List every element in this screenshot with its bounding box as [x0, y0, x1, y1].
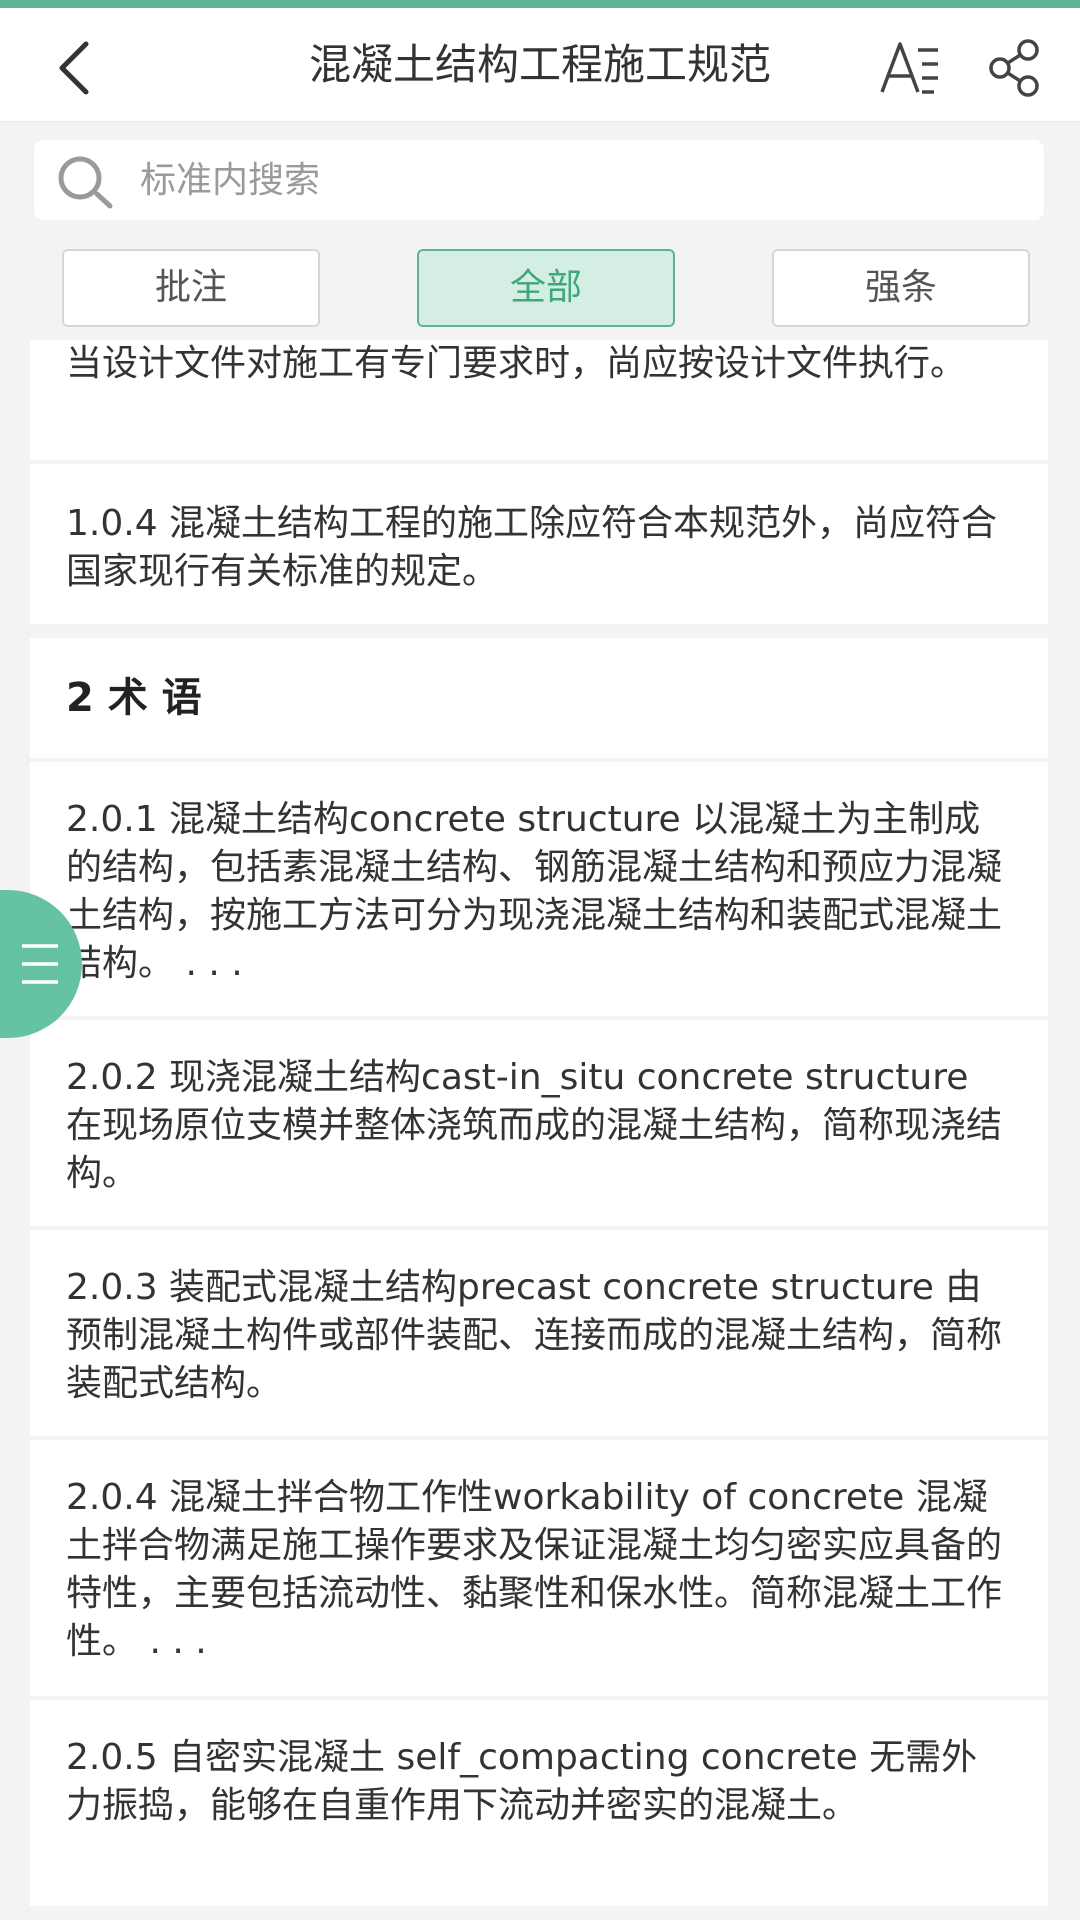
clause-text: 2.0.1 混凝土结构concrete structure 以混凝土为主制成的结…	[66, 799, 1003, 984]
font-size-icon	[880, 42, 938, 94]
list-item[interactable]: 1.0.4 混凝土结构工程的施工除应符合本规范外，尚应符合国家现行有关标准的规定…	[30, 464, 1048, 624]
clause-text: 2.0.4 混凝土拌合物工作性workability of concrete 混…	[66, 1477, 1003, 1662]
list-item[interactable]: 2.0.5 自密实混凝土 self_compacting concrete 无需…	[30, 1700, 1048, 1906]
list-item[interactable]: 2.0.1 混凝土结构concrete structure 以混凝土为主制成的结…	[30, 762, 1048, 1016]
clause-list: 当设计文件对施工有专门要求时，尚应按设计文件执行。 1.0.4 混凝土结构工程的…	[30, 340, 1048, 1920]
tab-annotations[interactable]: 批注	[62, 249, 320, 327]
tab-all[interactable]: 全部	[417, 249, 675, 327]
share-button[interactable]	[984, 38, 1044, 98]
chevron-left-icon	[59, 41, 89, 95]
clause-text: 1.0.4 混凝土结构工程的施工除应符合本规范外，尚应符合国家现行有关标准的规定…	[66, 503, 998, 592]
section-title: 2 术 语	[66, 675, 202, 721]
clause-text: 2.0.3 装配式混凝土结构precast concrete structure…	[66, 1267, 1003, 1404]
back-button[interactable]	[48, 38, 108, 98]
clause-text: 2.0.5 自密实混凝土 self_compacting concrete 无需…	[66, 1737, 978, 1826]
list-item[interactable]: 2.0.3 装配式混凝土结构precast concrete structure…	[30, 1230, 1048, 1436]
search-icon	[58, 156, 113, 209]
list-item[interactable]: 2.0.4 混凝土拌合物工作性workability of concrete 混…	[30, 1440, 1048, 1696]
app-header: 混凝土结构工程施工规范	[0, 8, 1080, 122]
menu-icon	[22, 944, 58, 984]
font-size-button[interactable]	[878, 40, 942, 96]
list-item[interactable]: 当设计文件对施工有专门要求时，尚应按设计文件执行。	[30, 340, 1048, 460]
clause-text: 2.0.2 现浇混凝土结构cast-in_situ concrete struc…	[66, 1057, 1003, 1194]
list-item[interactable]: 2.0.2 现浇混凝土结构cast-in_situ concrete struc…	[30, 1020, 1048, 1226]
search-input[interactable]	[140, 140, 1020, 220]
clause-text: 当设计文件对施工有专门要求时，尚应按设计文件执行。	[66, 343, 967, 384]
search-bar[interactable]	[34, 140, 1044, 220]
section-header: 2 术 语	[30, 638, 1048, 758]
status-accent-bar	[0, 0, 1080, 8]
page-title: 混凝土结构工程施工规范	[308, 40, 771, 89]
tab-mandatory-clauses[interactable]: 强条	[772, 249, 1030, 327]
share-icon	[989, 39, 1039, 97]
